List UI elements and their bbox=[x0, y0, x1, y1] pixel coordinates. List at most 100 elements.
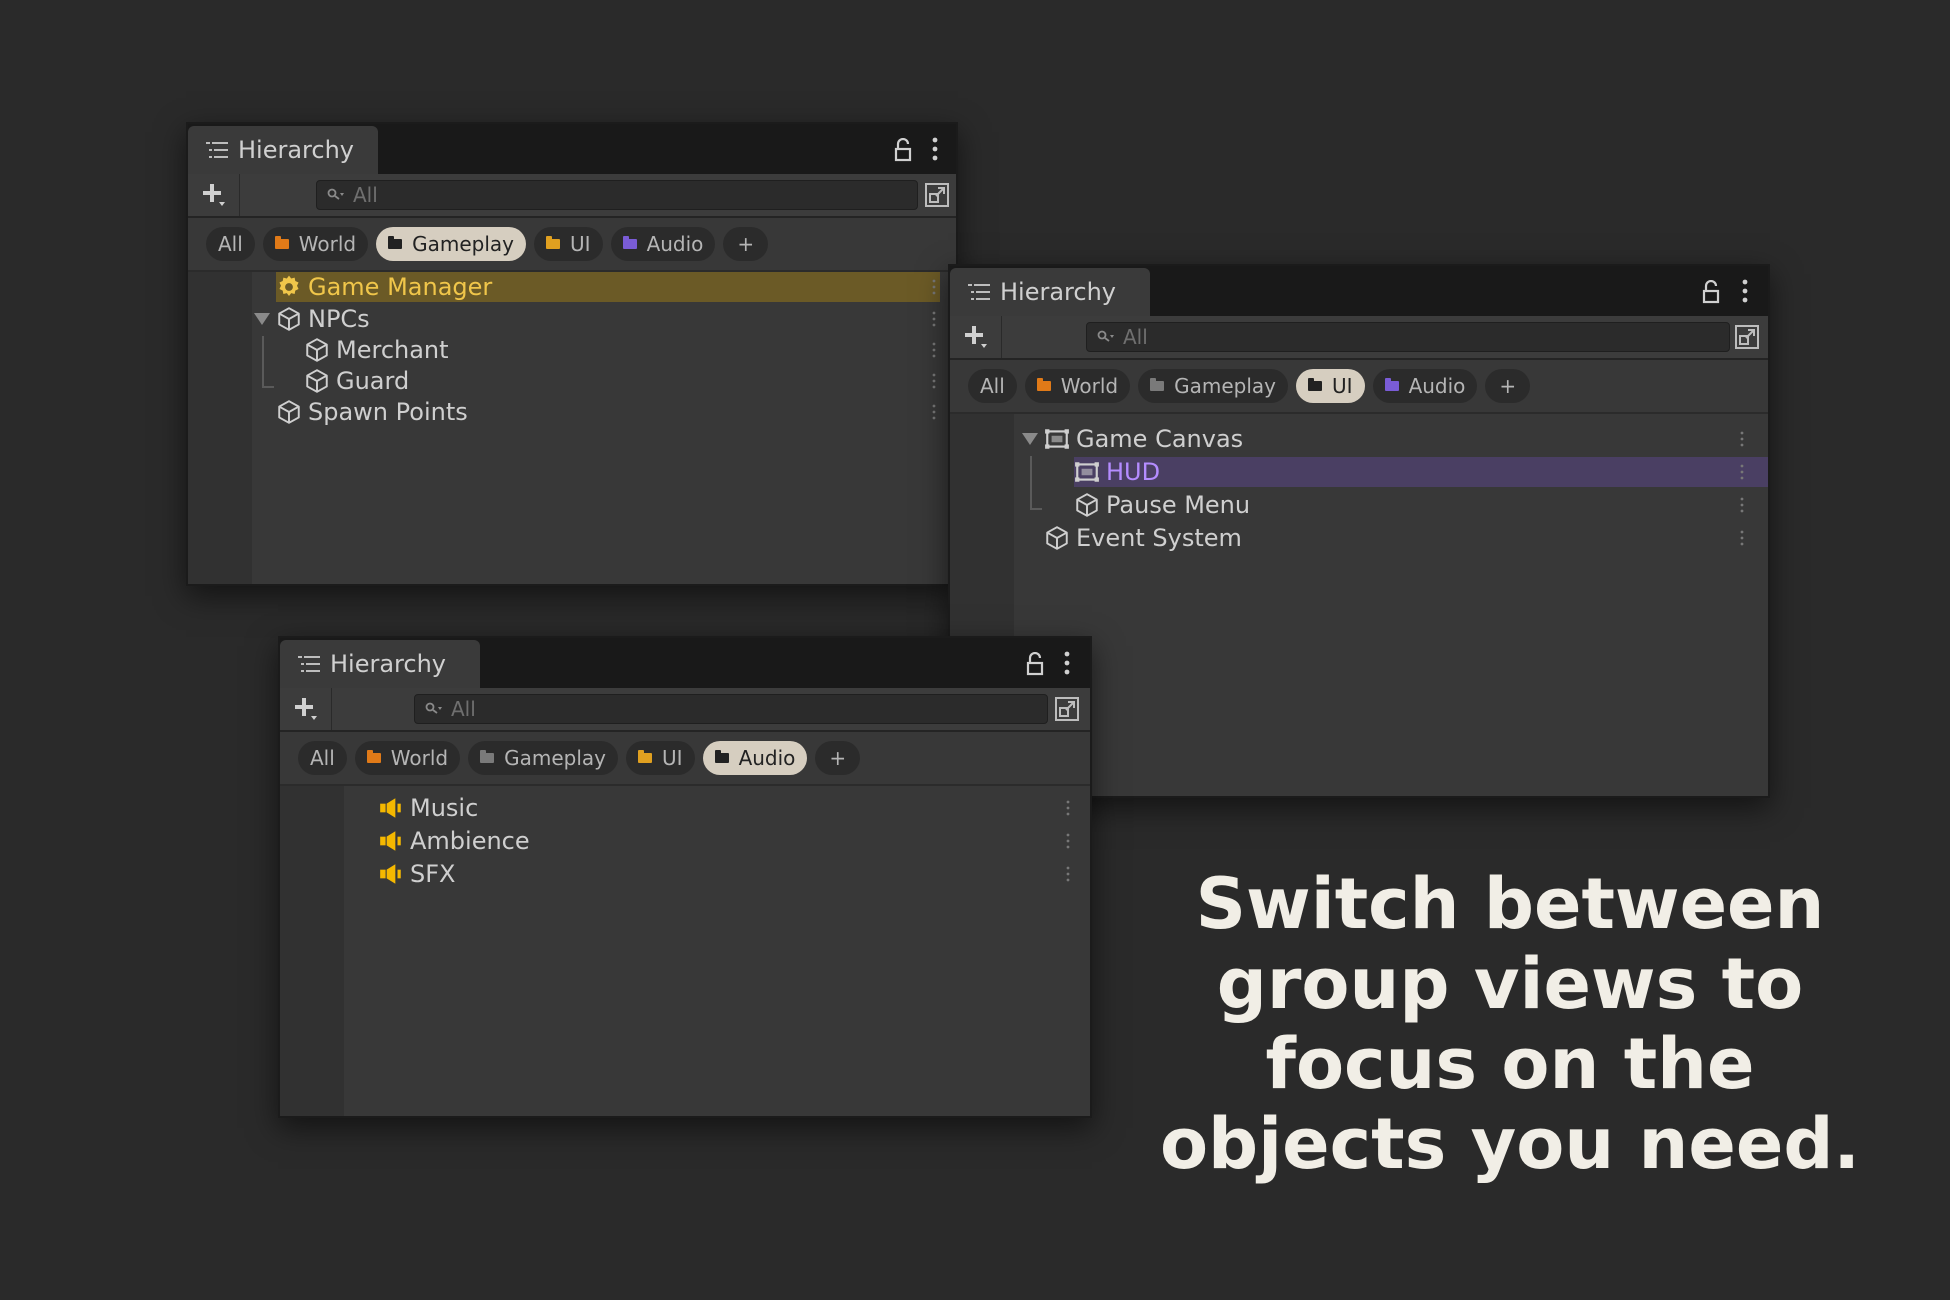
folder-icon bbox=[546, 236, 561, 249]
tab-label: Hierarchy bbox=[238, 136, 355, 164]
create-button[interactable] bbox=[950, 316, 1002, 358]
folder-icon bbox=[638, 750, 653, 763]
lock-icon[interactable] bbox=[894, 138, 912, 162]
chip-world[interactable]: World bbox=[262, 227, 369, 261]
headline-caption: Switch between group views to focus on t… bbox=[1159, 863, 1861, 1185]
tree-row-ambience[interactable]: Ambience bbox=[378, 826, 1072, 856]
row-menu-icon[interactable] bbox=[932, 311, 936, 327]
row-menu-icon[interactable] bbox=[932, 373, 936, 389]
chip-ui[interactable]: UI bbox=[1296, 369, 1365, 403]
row-label: Music bbox=[410, 794, 479, 822]
folder-icon bbox=[366, 750, 381, 763]
cube-icon bbox=[1044, 525, 1070, 551]
search-icon bbox=[425, 702, 443, 716]
chip-gameplay[interactable]: Gameplay bbox=[468, 741, 619, 775]
row-menu-icon[interactable] bbox=[932, 404, 936, 420]
chip-all[interactable]: All bbox=[206, 227, 255, 261]
create-button[interactable] bbox=[280, 688, 332, 730]
external-window-icon[interactable] bbox=[924, 182, 950, 208]
row-menu-icon[interactable] bbox=[1740, 431, 1744, 447]
tab-hierarchy[interactable]: Hierarchy bbox=[950, 268, 1150, 316]
folder-icon bbox=[274, 236, 289, 249]
row-menu-icon[interactable] bbox=[1740, 530, 1744, 546]
create-button[interactable] bbox=[188, 174, 240, 216]
row-menu-icon[interactable] bbox=[1066, 866, 1070, 882]
tree-gutter bbox=[188, 272, 252, 584]
external-window-icon[interactable] bbox=[1734, 324, 1760, 350]
group-chips: All World Gameplay UI Audio + bbox=[280, 732, 1090, 786]
tree-row-event-system[interactable]: Event System bbox=[1044, 523, 1750, 553]
more-options-icon[interactable] bbox=[932, 136, 938, 162]
plus-icon bbox=[293, 696, 319, 722]
tree-row-game-manager[interactable]: Game Manager bbox=[276, 272, 940, 302]
chip-audio[interactable]: Audio bbox=[702, 741, 808, 775]
gear-icon bbox=[276, 274, 302, 300]
canvas-icon bbox=[1044, 426, 1070, 452]
chip-world[interactable]: World bbox=[354, 741, 461, 775]
canvas-icon bbox=[1074, 459, 1100, 485]
row-menu-icon[interactable] bbox=[1740, 464, 1744, 480]
speaker-icon bbox=[378, 828, 404, 854]
row-label: Pause Menu bbox=[1106, 491, 1251, 519]
tree-row-music[interactable]: Music bbox=[378, 793, 1072, 823]
tree-connector bbox=[262, 336, 274, 388]
plus-icon bbox=[963, 324, 989, 350]
tree-row-pause-menu[interactable]: Pause Menu bbox=[1074, 490, 1750, 520]
row-label: Ambience bbox=[410, 827, 530, 855]
folder-icon bbox=[622, 236, 637, 249]
search-icon bbox=[1097, 330, 1115, 344]
chip-ui[interactable]: UI bbox=[626, 741, 695, 775]
plus-icon bbox=[201, 182, 227, 208]
chip-world[interactable]: World bbox=[1024, 369, 1131, 403]
more-options-icon[interactable] bbox=[1064, 650, 1070, 676]
external-window-icon[interactable] bbox=[1054, 696, 1080, 722]
lock-icon[interactable] bbox=[1702, 280, 1720, 304]
row-label: Game Manager bbox=[308, 273, 493, 301]
search-input[interactable]: All bbox=[414, 694, 1048, 724]
tree-row-spawn-points[interactable]: Spawn Points bbox=[276, 397, 940, 427]
folder-icon bbox=[480, 750, 495, 763]
row-menu-icon[interactable] bbox=[1740, 497, 1744, 513]
tree-row-npcs[interactable]: NPCs bbox=[254, 304, 940, 334]
tab-hierarchy[interactable]: Hierarchy bbox=[188, 126, 378, 174]
tree-connector bbox=[1030, 456, 1042, 510]
tree-row-hud[interactable]: HUD bbox=[1074, 457, 1768, 487]
row-menu-icon[interactable] bbox=[932, 342, 936, 358]
chip-all[interactable]: All bbox=[298, 741, 347, 775]
chip-audio[interactable]: Audio bbox=[1372, 369, 1478, 403]
tree-row-sfx[interactable]: SFX bbox=[378, 859, 1072, 889]
chip-audio[interactable]: Audio bbox=[610, 227, 716, 261]
tree-row-merchant[interactable]: Merchant bbox=[304, 335, 940, 365]
chip-gameplay[interactable]: Gameplay bbox=[376, 227, 527, 261]
chip-ui[interactable]: UI bbox=[534, 227, 603, 261]
row-menu-icon[interactable] bbox=[1066, 800, 1070, 816]
chip-all[interactable]: All bbox=[968, 369, 1017, 403]
search-input[interactable]: All bbox=[316, 180, 918, 210]
folder-icon bbox=[1150, 378, 1165, 391]
search-placeholder: All bbox=[353, 183, 378, 207]
add-group-button[interactable]: + bbox=[1485, 369, 1531, 403]
folder-icon bbox=[388, 236, 403, 249]
row-label: Merchant bbox=[336, 336, 449, 364]
expand-arrow-icon[interactable] bbox=[254, 313, 270, 325]
add-group-button[interactable]: + bbox=[723, 227, 769, 261]
cube-icon bbox=[304, 337, 330, 363]
row-menu-icon[interactable] bbox=[1066, 833, 1070, 849]
toolbar: All bbox=[188, 174, 956, 218]
chip-gameplay[interactable]: Gameplay bbox=[1138, 369, 1289, 403]
row-menu-icon[interactable] bbox=[932, 279, 936, 295]
hierarchy-panel-audio: Hierarchy All All World Gameplay UI Audi… bbox=[278, 636, 1092, 1118]
tree-row-game-canvas[interactable]: Game Canvas bbox=[1022, 424, 1750, 454]
speaker-icon bbox=[378, 795, 404, 821]
tab-hierarchy[interactable]: Hierarchy bbox=[280, 640, 480, 688]
row-label: NPCs bbox=[308, 305, 370, 333]
tab-label: Hierarchy bbox=[1000, 278, 1117, 306]
add-group-button[interactable]: + bbox=[815, 741, 861, 775]
more-options-icon[interactable] bbox=[1742, 278, 1748, 304]
expand-arrow-icon[interactable] bbox=[1022, 433, 1038, 445]
lock-icon[interactable] bbox=[1026, 652, 1044, 676]
hierarchy-icon bbox=[298, 655, 320, 673]
tree-row-guard[interactable]: Guard bbox=[304, 366, 940, 396]
speaker-icon bbox=[378, 861, 404, 887]
search-input[interactable]: All bbox=[1086, 322, 1730, 352]
